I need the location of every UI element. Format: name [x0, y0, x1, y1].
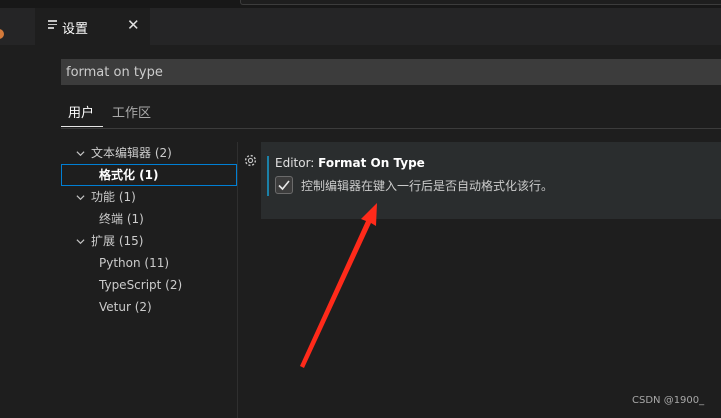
toc-item-text-editor[interactable]: 文本编辑器 (2)	[61, 142, 237, 164]
toc-item-label: 格式化 (1)	[99, 168, 159, 182]
toc-item-python[interactable]: Python (11)	[61, 252, 237, 274]
toc-item-label: 扩展 (15)	[91, 234, 144, 248]
toc-item-label: Vetur (2)	[99, 300, 152, 314]
toc-item-typescript[interactable]: TypeScript (2)	[61, 274, 237, 296]
focus-indicator-bar	[267, 156, 269, 196]
toc-item-label: TypeScript (2)	[99, 278, 183, 292]
chevron-down-icon	[76, 239, 85, 245]
setting-item-format-on-type: Editor: Format On Type 控制编辑器在键入一行后是否自动格式…	[261, 142, 721, 219]
chevron-down-icon	[76, 151, 85, 157]
settings-tab[interactable]: 设置 ✕	[35, 8, 150, 45]
settings-editor-icon	[48, 20, 57, 30]
command-center[interactable]	[240, 0, 721, 5]
toc-item-label: 终端 (1)	[99, 212, 144, 226]
settings-search-box[interactable]	[61, 59, 721, 85]
tab-user[interactable]: 用户	[68, 102, 94, 121]
active-tab-indicator	[61, 126, 103, 127]
setting-name: Format On Type	[318, 156, 425, 170]
watermark-text: CSDN @1900_	[632, 395, 705, 406]
toc-item-label: Python (11)	[99, 256, 170, 270]
tab-workspace[interactable]: 工作区	[112, 102, 151, 121]
toc-item-terminal[interactable]: 终端 (1)	[61, 208, 237, 230]
search-input[interactable]	[61, 59, 721, 85]
gear-icon[interactable]	[243, 153, 258, 168]
close-icon[interactable]: ✕	[127, 16, 140, 34]
toc-divider	[237, 142, 238, 418]
toc-item-formatting[interactable]: 格式化 (1)	[61, 164, 237, 186]
modified-indicator-icon	[0, 29, 4, 39]
toc-item-features[interactable]: 功能 (1)	[61, 186, 237, 208]
settings-scope-tabs: 用户 工作区	[61, 96, 721, 129]
toc-item-extensions[interactable]: 扩展 (15)	[61, 230, 237, 252]
chevron-down-icon	[76, 195, 85, 201]
check-icon	[278, 180, 290, 191]
toc-item-label: 文本编辑器 (2)	[91, 146, 172, 160]
tab-title: 设置	[62, 22, 89, 37]
setting-title: Editor: Format On Type	[275, 156, 425, 170]
toc-item-label: 功能 (1)	[91, 190, 136, 204]
setting-category: Editor:	[275, 156, 319, 170]
format-on-type-checkbox[interactable]	[275, 176, 293, 194]
window-top-strip	[0, 0, 721, 8]
setting-description: 控制编辑器在键入一行后是否自动格式化该行。	[301, 179, 554, 193]
toc-item-vetur[interactable]: Vetur (2)	[61, 296, 237, 318]
